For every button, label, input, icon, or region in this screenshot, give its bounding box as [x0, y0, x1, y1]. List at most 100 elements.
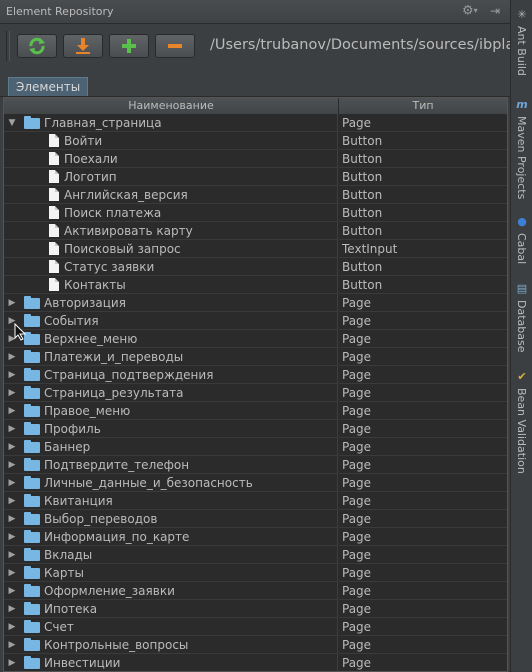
type-cell: Page	[339, 618, 507, 636]
table-row[interactable]: ▶ Оформление_заявки Page	[4, 582, 507, 600]
type-cell: TextInput	[339, 240, 507, 258]
row-name: Оформление_заявки	[44, 584, 175, 598]
name-cell: ▶ Правое_меню	[4, 402, 338, 420]
table-row[interactable]: Контакты Button	[4, 276, 507, 294]
type-cell: Page	[339, 510, 507, 528]
add-button[interactable]	[109, 34, 149, 58]
folder-icon	[24, 476, 40, 489]
expanded-arrow-icon[interactable]: ▼	[6, 114, 18, 131]
table-row[interactable]: Активировать карту Button	[4, 222, 507, 240]
name-cell: ▶ Платежи_и_переводы	[4, 348, 338, 366]
type-cell: Button	[339, 204, 507, 222]
collapsed-arrow-icon[interactable]: ▶	[6, 636, 18, 653]
table-row[interactable]: ▶ Счет Page	[4, 618, 507, 636]
table-row[interactable]: Поехали Button	[4, 150, 507, 168]
table-row[interactable]: ▶ Авторизация Page	[4, 294, 507, 312]
table-row[interactable]: ▶ Баннер Page	[4, 438, 507, 456]
collapsed-arrow-icon[interactable]: ▶	[6, 474, 18, 491]
collapsed-arrow-icon[interactable]: ▶	[6, 582, 18, 599]
ant-icon: ✳	[517, 8, 527, 21]
table-row[interactable]: ▶ Личные_данные_и_безопасность Page	[4, 474, 507, 492]
row-name: Инвестиции	[44, 656, 121, 670]
folder-icon	[24, 656, 40, 669]
table-row[interactable]: ▶ Контрольные_вопросы Page	[4, 636, 507, 654]
table-row[interactable]: Войти Button	[4, 132, 507, 150]
type-cell: Page	[339, 546, 507, 564]
collapsed-arrow-icon[interactable]: ▶	[6, 564, 18, 581]
element-repository-panel: Element Repository ⚙▾ ⇥ /Users/trubanov/…	[0, 0, 510, 672]
collapsed-arrow-icon[interactable]: ▶	[6, 348, 18, 365]
row-name: Логотип	[64, 170, 117, 184]
download-button[interactable]	[63, 34, 103, 58]
table-row[interactable]: Поиск платежа Button	[4, 204, 507, 222]
row-name: Информация_по_карте	[44, 530, 190, 544]
column-header-name[interactable]: Наименование	[4, 98, 339, 114]
row-name: Вклады	[44, 548, 93, 562]
table-row[interactable]: ▶ Подтвердите_телефон Page	[4, 456, 507, 474]
table-row[interactable]: Логотип Button	[4, 168, 507, 186]
table-row[interactable]: Английская_версия Button	[4, 186, 507, 204]
folder-icon	[24, 602, 40, 615]
table-row[interactable]: ▶ Информация_по_карте Page	[4, 528, 507, 546]
collapsed-arrow-icon[interactable]: ▶	[6, 528, 18, 545]
table-row[interactable]: ▶ Страница_результата Page	[4, 384, 507, 402]
row-name: Контрольные_вопросы	[44, 638, 189, 652]
table-row[interactable]: ▶ События Page	[4, 312, 507, 330]
collapsed-arrow-icon[interactable]: ▶	[6, 492, 18, 509]
table-row[interactable]: ▶ Профиль Page	[4, 420, 507, 438]
collapsed-arrow-icon[interactable]: ▶	[6, 402, 18, 419]
name-cell: Поехали	[4, 150, 338, 168]
type-cell: Button	[339, 150, 507, 168]
name-cell: ▼ Главная_страница	[4, 114, 338, 132]
table-row[interactable]: ▶ Правое_меню Page	[4, 402, 507, 420]
table-row[interactable]: ▶ Инвестиции Page	[4, 654, 507, 671]
refresh-button[interactable]	[17, 34, 57, 58]
row-name: Счет	[44, 620, 74, 634]
hide-panel-icon[interactable]: ⇥	[490, 4, 500, 18]
table-row[interactable]: ▶ Выбор_переводов Page	[4, 510, 507, 528]
row-name: Баннер	[44, 440, 91, 454]
table-row[interactable]: ▶ Вклады Page	[4, 546, 507, 564]
type-cell: Page	[339, 348, 507, 366]
type-cell: Button	[339, 222, 507, 240]
type-cell: Page	[339, 312, 507, 330]
row-name: Поисковый запрос	[64, 242, 181, 256]
table-row[interactable]: Статус заявки Button	[4, 258, 507, 276]
remove-button[interactable]	[155, 34, 195, 58]
folder-icon	[24, 638, 40, 651]
table-row[interactable]: ▼ Главная_страница Page	[4, 114, 507, 132]
collapsed-arrow-icon[interactable]: ▶	[6, 384, 18, 401]
table-row[interactable]: ▶ Страница_подтверждения Page	[4, 366, 507, 384]
collapsed-arrow-icon[interactable]: ▶	[6, 510, 18, 527]
collapsed-arrow-icon[interactable]: ▶	[6, 366, 18, 383]
row-name: Поиск платежа	[64, 206, 162, 220]
name-cell: ▶ Подтвердите_телефон	[4, 456, 338, 474]
table-row[interactable]: ▶ Ипотека Page	[4, 600, 507, 618]
table-row[interactable]: ▶ Платежи_и_переводы Page	[4, 348, 507, 366]
folder-icon	[24, 566, 40, 579]
table-row[interactable]: ▶ Квитанция Page	[4, 492, 507, 510]
table-row[interactable]: Поисковый запрос TextInput	[4, 240, 507, 258]
collapsed-arrow-icon[interactable]: ▶	[6, 294, 18, 311]
collapsed-arrow-icon[interactable]: ▶	[6, 618, 18, 635]
collapsed-arrow-icon[interactable]: ▶	[6, 546, 18, 563]
tab-elements[interactable]: Элементы	[8, 77, 89, 96]
minus-icon	[168, 44, 182, 48]
collapsed-arrow-icon[interactable]: ▶	[6, 438, 18, 455]
collapsed-arrow-icon[interactable]: ▶	[6, 654, 18, 671]
folder-icon	[24, 368, 40, 381]
folder-icon	[24, 350, 40, 363]
table-row[interactable]: ▶ Верхнее_меню Page	[4, 330, 507, 348]
folder-icon	[24, 530, 40, 543]
name-cell: ▶ Авторизация	[4, 294, 338, 312]
table-row[interactable]: ▶ Карты Page	[4, 564, 507, 582]
gear-icon[interactable]: ⚙▾	[462, 4, 478, 19]
column-header-type[interactable]: Тип	[339, 98, 507, 114]
name-cell: ▶ Страница_результата	[4, 384, 338, 402]
collapsed-arrow-icon[interactable]: ▶	[6, 456, 18, 473]
collapsed-arrow-icon[interactable]: ▶	[6, 420, 18, 437]
collapsed-arrow-icon[interactable]: ▶	[6, 600, 18, 617]
name-cell: Логотип	[4, 168, 338, 186]
row-name: Активировать карту	[64, 224, 193, 238]
download-icon	[76, 38, 90, 54]
